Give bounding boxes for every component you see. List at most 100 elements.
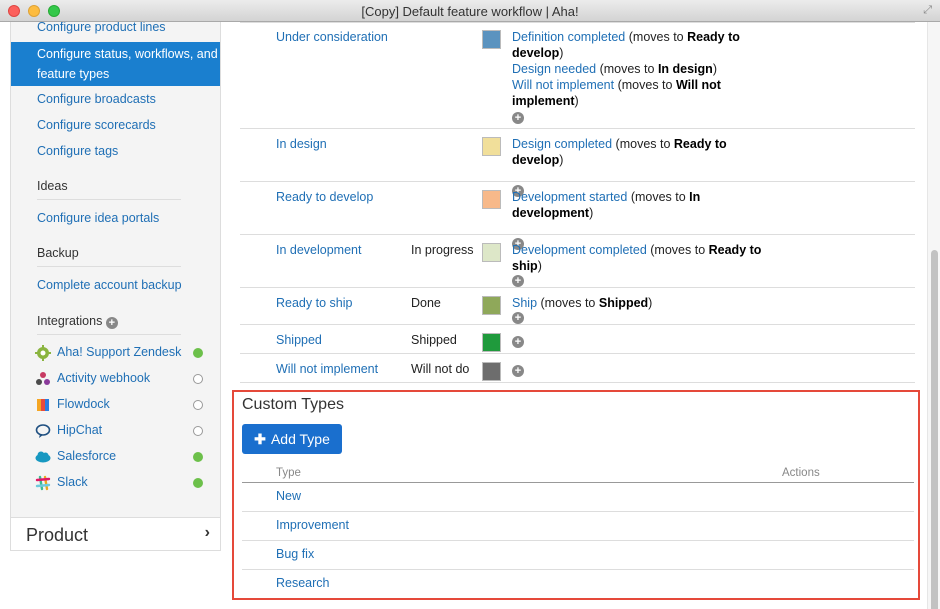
transition-suffix: ) [537, 259, 542, 273]
transition-link[interactable]: Design needed [512, 62, 596, 76]
product-panel-label: Product [26, 525, 89, 545]
transition-link[interactable]: Will not implement [512, 78, 614, 92]
add-transition-icon[interactable]: + [512, 336, 524, 348]
integration-item-slack[interactable]: Slack [35, 474, 205, 492]
status-name-link[interactable]: Ready to ship [276, 296, 352, 310]
status-color-swatch[interactable] [482, 362, 501, 381]
status-name-link[interactable]: Will not implement [276, 362, 378, 376]
add-integration-icon[interactable]: + [105, 317, 118, 329]
chevron-right-icon: › [204, 524, 210, 541]
scrollbar-thumb[interactable] [931, 250, 938, 609]
transition-item: Development started (moves to In develop… [512, 189, 762, 221]
plus-icon: ✚ [254, 431, 266, 447]
product-panel[interactable]: Product › [10, 517, 221, 551]
type-row: Bug fix [242, 540, 914, 569]
integration-item-zendesk[interactable]: Aha! Support Zendesk [35, 344, 205, 362]
transition-prefix: (moves to [614, 78, 676, 92]
sidebar-item-configure-idea-portals[interactable]: Configure idea portals [11, 211, 220, 225]
integration-item-flowdock[interactable]: Flowdock [35, 396, 205, 414]
type-name-link[interactable]: Research [276, 576, 330, 590]
sidebar-item-configure-product-lines[interactable]: Configure product lines [11, 22, 220, 34]
status-name-link[interactable]: Shipped [276, 333, 322, 347]
backup-heading: Backup [37, 246, 79, 260]
integration-label: Salesforce [57, 449, 117, 463]
transition-prefix: (moves to [612, 137, 674, 151]
status-name-link[interactable]: In development [276, 243, 361, 257]
transition-suffix: ) [589, 206, 594, 220]
transition-list: + [512, 332, 762, 348]
transition-link[interactable]: Ship [512, 296, 537, 310]
workflow-row-in-design: In design Design completed (moves to Rea… [240, 129, 915, 197]
transition-prefix: (moves to [625, 30, 688, 44]
workflow-row-in-development: In development In progress Development c… [240, 235, 915, 288]
transition-prefix: (moves to [537, 296, 599, 310]
type-row: Improvement [242, 511, 914, 540]
add-transition-icon[interactable]: + [512, 365, 524, 377]
add-transition-icon[interactable]: + [512, 312, 524, 324]
status-name-link[interactable]: Ready to develop [276, 190, 373, 204]
transition-link[interactable]: Development started [512, 190, 627, 204]
integration-item-activity-webhook[interactable]: Activity webhook [35, 370, 205, 388]
status-color-swatch[interactable] [482, 30, 501, 49]
type-name-link[interactable]: Improvement [276, 518, 349, 532]
transition-item: Ship (moves to Shipped) [512, 295, 762, 311]
transition-prefix: (moves to [627, 190, 690, 204]
transition-link[interactable]: Development completed [512, 243, 647, 257]
transition-suffix: ) [559, 46, 564, 60]
transition-link[interactable]: Definition completed [512, 30, 625, 44]
integration-status-disabled [193, 426, 203, 436]
transition-prefix: (moves to [596, 62, 658, 76]
add-transition-icon[interactable]: + [512, 112, 524, 124]
status-category: Will not do [411, 362, 470, 376]
webhook-icon [36, 372, 50, 385]
type-name-link[interactable]: Bug fix [276, 547, 314, 561]
type-row: New [242, 482, 914, 511]
integration-label: Slack [57, 475, 88, 489]
settings-sidebar: Configure product lines Configure status… [10, 22, 221, 550]
status-color-swatch[interactable] [482, 333, 501, 352]
sidebar-item-complete-account-backup[interactable]: Complete account backup [11, 278, 220, 292]
zendesk-icon [35, 345, 51, 361]
sidebar-item-configure-tags[interactable]: Configure tags [11, 144, 220, 158]
status-name-link[interactable]: Under consideration [276, 30, 388, 44]
workflow-row-ready-to-ship: Ready to ship Done Ship (moves to Shippe… [240, 288, 915, 325]
fullscreen-icon[interactable]: ⤢ [923, 4, 932, 17]
integrations-heading-label: Integrations [37, 314, 103, 328]
status-color-swatch[interactable] [482, 137, 501, 156]
integration-status-disabled [193, 374, 203, 384]
custom-types-section: Custom Types ✚ Add Type Type Actions New… [232, 390, 920, 600]
integration-item-salesforce[interactable]: Salesforce [35, 448, 205, 466]
ideas-heading: Ideas [37, 179, 68, 193]
add-transition-icon[interactable]: + [512, 275, 524, 287]
status-color-swatch[interactable] [482, 296, 501, 315]
add-type-button[interactable]: ✚ Add Type [242, 424, 342, 454]
sidebar-item-configure-status-workflows[interactable]: Configure status, workflows, and feature… [11, 42, 220, 86]
transition-target: Shipped [598, 296, 649, 310]
type-name-link[interactable]: New [276, 489, 301, 503]
status-color-swatch[interactable] [482, 190, 501, 209]
workflow-row-shipped: Shipped Shipped + [240, 325, 915, 354]
status-category: Done [411, 296, 441, 310]
integration-status-enabled [193, 478, 203, 488]
integration-item-hipchat[interactable]: HipChat [35, 422, 205, 440]
main-scrollbar[interactable] [927, 22, 940, 609]
transition-suffix: ) [712, 62, 717, 76]
transition-list: Development completed (moves to Ready to… [512, 242, 762, 287]
window-title: [Copy] Default feature workflow | Aha! [361, 4, 579, 19]
integration-label: Aha! Support Zendesk [57, 345, 182, 359]
transition-item: Design completed (moves to Ready to deve… [512, 136, 762, 168]
ideas-divider [37, 199, 181, 200]
transition-link[interactable]: Design completed [512, 137, 612, 151]
status-color-swatch[interactable] [482, 243, 501, 262]
integration-label: HipChat [57, 423, 103, 437]
transition-list: + [512, 361, 762, 377]
sidebar-item-configure-scorecards[interactable]: Configure scorecards [11, 118, 220, 132]
sidebar-item-configure-broadcasts[interactable]: Configure broadcasts [11, 92, 220, 106]
transition-suffix: ) [574, 94, 579, 108]
status-name-link[interactable]: In design [276, 137, 327, 151]
transition-target: In design [657, 62, 713, 76]
flowdock-icon [37, 399, 49, 411]
transition-item: Development completed (moves to Ready to… [512, 242, 762, 274]
custom-types-title: Custom Types [242, 396, 344, 413]
transition-list: Ship (moves to Shipped) + [512, 295, 762, 324]
